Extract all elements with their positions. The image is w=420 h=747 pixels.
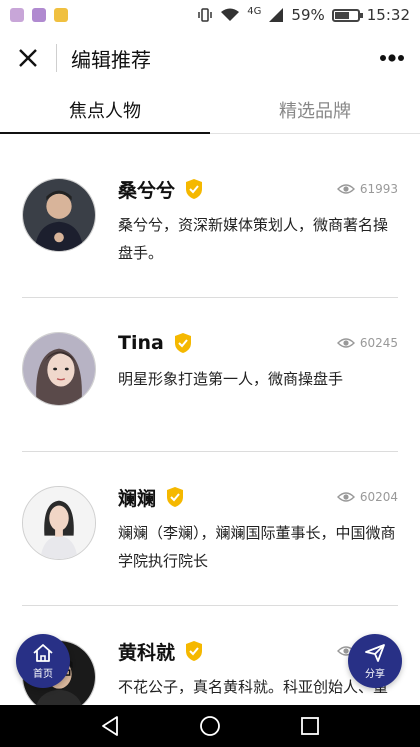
person-description: 明星形象打造第一人，微商操盘手 — [118, 370, 344, 388]
battery-icon — [331, 8, 363, 22]
view-count-value: 61993 — [359, 182, 398, 196]
avatar — [22, 178, 96, 252]
clock: 15:32 — [366, 6, 410, 24]
share-button[interactable]: 分享 — [348, 634, 402, 688]
avatar — [22, 332, 96, 406]
message-app-icon — [10, 8, 24, 22]
verified-badge-icon — [186, 179, 203, 199]
list-item[interactable]: 桑兮兮 61993 桑兮兮，资深新媒体策划人，微商著名操盘手。 — [22, 150, 398, 298]
verified-badge-icon — [167, 487, 184, 507]
header-bar: 编辑推荐 — [0, 30, 420, 86]
person-name: 斓斓 — [118, 487, 157, 510]
system-nav-bar — [0, 705, 420, 747]
eye-icon — [336, 338, 355, 348]
person-description: 桑兮兮，资深新媒体策划人，微商著名操盘手。 — [118, 216, 389, 262]
header-divider — [56, 44, 57, 72]
yellow-app-icon — [54, 8, 68, 22]
person-name: 黄科就 — [118, 641, 176, 664]
person-name: Tina — [118, 332, 164, 354]
more-dots-icon — [380, 54, 404, 62]
page-title: 编辑推荐 — [71, 47, 151, 72]
list-item[interactable]: Tina 60245 明星形象打造第一人，微商操盘手 — [22, 304, 398, 452]
people-list: 桑兮兮 61993 桑兮兮，资深新媒体策划人，微商著名操盘手。 Tina 602… — [0, 150, 420, 705]
network-label: 4G — [247, 5, 262, 17]
status-app-icons — [10, 8, 68, 22]
home-label: 首页 — [33, 668, 53, 680]
view-count: 60245 — [336, 336, 398, 350]
recents-icon[interactable] — [300, 716, 320, 736]
back-icon[interactable] — [100, 715, 120, 737]
vibrate-icon — [198, 8, 213, 22]
view-count: 61993 — [336, 182, 398, 196]
close-icon — [19, 49, 37, 67]
eye-icon — [336, 184, 355, 194]
eye-icon — [336, 492, 355, 502]
share-label: 分享 — [365, 668, 385, 680]
tab-focus-people[interactable]: 焦点人物 — [0, 86, 210, 134]
verified-badge-icon — [174, 333, 191, 353]
signal-icon — [269, 8, 284, 22]
view-count-value: 60204 — [359, 490, 398, 504]
status-bar: 4G 59% 15:32 — [0, 0, 420, 30]
home-icon — [33, 643, 53, 662]
send-icon — [365, 643, 385, 662]
tab-selected-brands[interactable]: 精选品牌 — [210, 86, 420, 133]
person-description: 斓斓（李斓），斓斓国际董事长，中国微商学院执行院长 — [118, 524, 396, 570]
tab-bar: 焦点人物 精选品牌 — [0, 86, 420, 134]
wifi-icon — [221, 8, 240, 21]
close-button[interactable] — [0, 30, 56, 86]
purple-app-icon — [32, 8, 46, 22]
avatar — [22, 486, 96, 560]
view-count: 60204 — [336, 490, 398, 504]
person-name: 桑兮兮 — [118, 179, 176, 202]
more-button[interactable] — [364, 30, 420, 86]
list-item[interactable]: 黄科就 60187 不花公子，真名黄科就。科亚创始人、董事长，著名自媒体人 — [22, 612, 398, 705]
home-button[interactable]: 首页 — [16, 634, 70, 688]
verified-badge-icon — [186, 641, 203, 661]
list-item[interactable]: 斓斓 60204 斓斓（李斓），斓斓国际董事长，中国微商学院执行院长 — [22, 458, 398, 606]
view-count-value: 60245 — [359, 336, 398, 350]
home-circle-icon[interactable] — [199, 715, 221, 737]
battery-percent: 59% — [291, 6, 325, 24]
